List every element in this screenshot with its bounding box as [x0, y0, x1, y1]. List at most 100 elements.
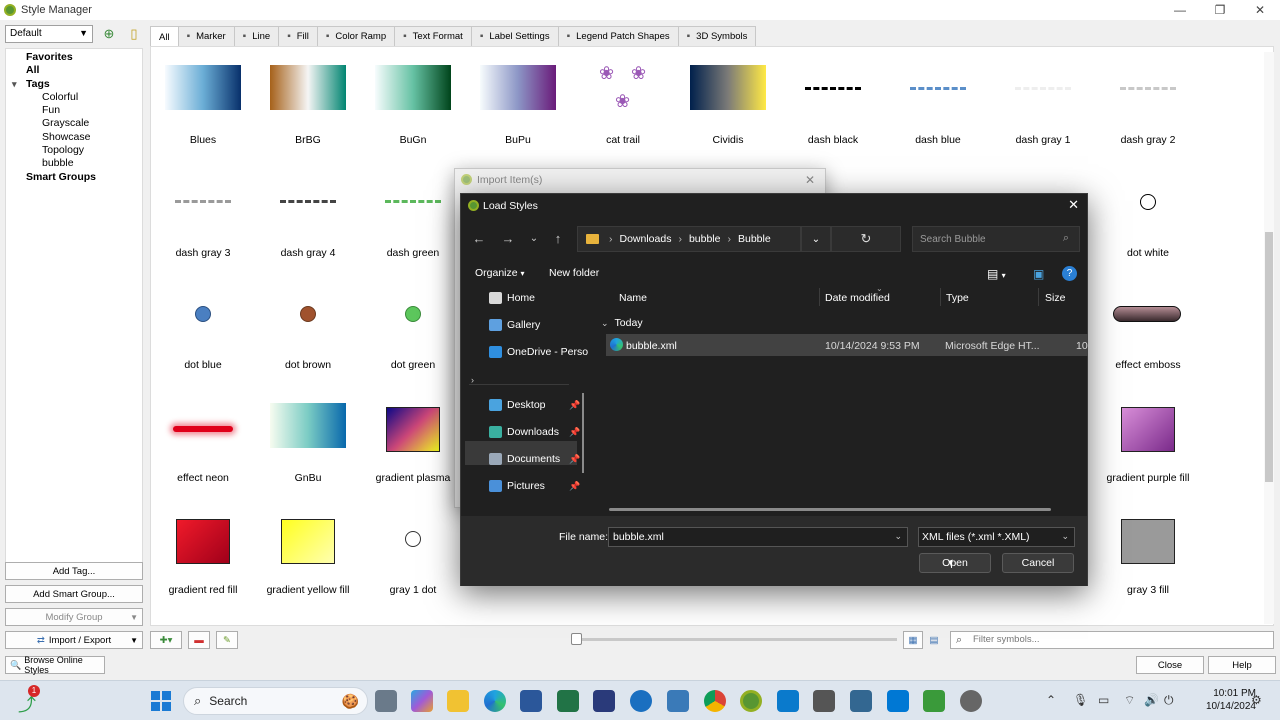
- nav-item-onedrive[interactable]: OneDrive - Perso: [489, 346, 588, 358]
- style-database-select[interactable]: Default ▼: [5, 25, 93, 43]
- symbol-scrollbar[interactable]: [1264, 52, 1274, 624]
- column-divider[interactable]: [940, 288, 941, 306]
- qgis-taskbar-icon[interactable]: [740, 690, 762, 712]
- help-button[interactable]: Help: [1208, 656, 1276, 674]
- symbol-item[interactable]: BuGn: [363, 57, 463, 157]
- add-smart-group-button[interactable]: Add Smart Group...: [5, 585, 143, 603]
- filter-symbols-input[interactable]: ⌕ Filter symbols...: [950, 631, 1274, 649]
- column-divider[interactable]: [1038, 288, 1039, 306]
- symbol-item[interactable]: dash gray 2: [1098, 57, 1198, 157]
- close-icon[interactable]: ✕: [805, 173, 815, 187]
- app-icon[interactable]: [923, 690, 945, 712]
- symbol-item[interactable]: gradient plasma: [363, 395, 463, 495]
- column-name[interactable]: Name: [619, 292, 647, 304]
- preview-pane-icon[interactable]: ▣: [1033, 267, 1044, 281]
- wifi-icon[interactable]: ⌔: [1124, 693, 1135, 708]
- tree-item[interactable]: Fun: [6, 104, 142, 117]
- tab-label-settings[interactable]: ▪ Label Settings: [470, 26, 559, 46]
- forward-arrow-icon[interactable]: →: [497, 227, 519, 249]
- nav-item-pictures[interactable]: Pictures 📌: [489, 480, 580, 492]
- new-folder-button[interactable]: New folder: [549, 267, 599, 279]
- clock[interactable]: 10:01 PM 10/14/2024: [1206, 687, 1256, 713]
- tab-fill[interactable]: ▪ Fill: [278, 26, 318, 46]
- column-date-modified[interactable]: Date modified: [825, 292, 890, 304]
- tab-text-format[interactable]: ▪ Text Format: [394, 26, 472, 46]
- address-dropdown[interactable]: ⌄: [801, 226, 831, 252]
- recent-chevron-icon[interactable]: ⌄: [523, 227, 545, 249]
- modify-group-button[interactable]: Modify Group ▼: [5, 608, 143, 626]
- import-export-button[interactable]: ⇄ Import / Export ▼: [5, 631, 143, 649]
- symbol-item[interactable]: gradient red fill: [153, 507, 253, 607]
- column-size[interactable]: Size: [1045, 292, 1065, 304]
- symbol-item[interactable]: dash gray 1: [993, 57, 1093, 157]
- breadcrumb-bubble[interactable]: bubble: [689, 233, 721, 245]
- icon-size-slider[interactable]: [575, 638, 897, 641]
- nav-item-documents[interactable]: Documents 📌: [489, 453, 580, 465]
- open-button[interactable]: Open: [919, 553, 991, 573]
- symbol-item[interactable]: dot brown: [258, 282, 358, 382]
- slider-handle[interactable]: [571, 633, 582, 645]
- new-style-db-icon[interactable]: ▯: [125, 25, 143, 43]
- tree-item[interactable]: Favorites: [6, 51, 142, 64]
- app-icon[interactable]: [813, 690, 835, 712]
- symbol-item[interactable]: dot green: [363, 282, 463, 382]
- symbol-item[interactable]: BuPu: [468, 57, 568, 157]
- chrome-icon[interactable]: [704, 690, 726, 712]
- symbol-item[interactable]: gray 1 dot: [363, 507, 463, 607]
- symbol-item[interactable]: dash black: [783, 57, 883, 157]
- tree-item[interactable]: Grayscale: [6, 117, 142, 130]
- vscode-icon[interactable]: [777, 690, 799, 712]
- tab-color-ramp[interactable]: ▪ Color Ramp: [316, 26, 396, 46]
- tree-item[interactable]: bubble: [6, 157, 142, 170]
- close-icon[interactable]: ✕: [1068, 197, 1079, 213]
- file-explorer-icon[interactable]: [447, 690, 469, 712]
- app-circle-icon[interactable]: [630, 690, 652, 712]
- remove-symbol-button[interactable]: ▬: [188, 631, 210, 649]
- browse-online-styles-button[interactable]: 🔍 Browse Online Styles: [5, 655, 105, 675]
- close-button[interactable]: Close: [1136, 656, 1204, 674]
- nav-item-home[interactable]: Home: [489, 292, 535, 304]
- add-symbol-button[interactable]: ✚▾: [150, 631, 182, 649]
- symbol-item[interactable]: dash blue: [888, 57, 988, 157]
- symbol-item[interactable]: gray 3 fill: [1098, 507, 1198, 607]
- volume-icon[interactable]: 🔊: [1144, 693, 1159, 707]
- search-folder-input[interactable]: Search Bubble ⌕: [912, 226, 1080, 252]
- symbol-item[interactable]: dash gray 4: [258, 170, 358, 270]
- scrollbar-thumb[interactable]: [1265, 232, 1273, 482]
- view-options-icon[interactable]: ▤ ▾: [987, 267, 1006, 281]
- nav-item-desktop[interactable]: Desktop 📌: [489, 399, 580, 411]
- column-type[interactable]: Type: [946, 292, 969, 304]
- word-icon[interactable]: [520, 690, 542, 712]
- symbol-item[interactable]: dot white: [1098, 170, 1198, 270]
- breadcrumb-bubble-sub[interactable]: Bubble: [738, 233, 771, 245]
- tree-item[interactable]: Showcase: [6, 131, 142, 144]
- tab-line[interactable]: ▪ Line: [233, 26, 280, 46]
- microphone-icon[interactable]: 🎙: [1073, 693, 1088, 707]
- minimize-button[interactable]: —: [1160, 0, 1200, 20]
- symbol-item[interactable]: BrBG: [258, 57, 358, 157]
- file-row[interactable]: bubble.xml 10/14/2024 9:53 PM Microsoft …: [606, 334, 1088, 356]
- taskbar-search[interactable]: ⌕ Search 🍪: [183, 687, 368, 715]
- symbol-item[interactable]: effect emboss: [1098, 282, 1198, 382]
- tab-marker[interactable]: ▪ Marker: [177, 26, 235, 46]
- symbol-item[interactable]: gradient yellow fill: [258, 507, 358, 607]
- symbol-item[interactable]: dash green: [363, 170, 463, 270]
- file-name-input[interactable]: bubble.xml ⌄: [608, 527, 908, 547]
- postgres-icon[interactable]: [850, 690, 872, 712]
- edit-symbol-button[interactable]: ✎: [216, 631, 238, 649]
- gear-icon[interactable]: ⚙: [1251, 693, 1262, 707]
- symbol-item[interactable]: effect neon: [153, 395, 253, 495]
- maximize-button[interactable]: ❐: [1200, 0, 1240, 20]
- edge-icon[interactable]: [484, 690, 506, 712]
- task-view-icon[interactable]: [375, 690, 397, 712]
- symbol-item[interactable]: gradient purple fill: [1098, 395, 1198, 495]
- tree-item[interactable]: ▾ Tags: [6, 78, 142, 91]
- symbol-item[interactable]: Cividis: [678, 57, 778, 157]
- group-today[interactable]: ⌄ Today: [601, 317, 643, 329]
- tab-legend-patch-shapes[interactable]: ▪ Legend Patch Shapes: [557, 26, 679, 46]
- nav-item-downloads[interactable]: Downloads 📌: [489, 426, 580, 438]
- cancel-button[interactable]: Cancel: [1002, 553, 1074, 573]
- file-type-select[interactable]: XML files (*.xml *.XML) ⌄: [918, 527, 1075, 547]
- power-icon[interactable]: ⏻: [1164, 693, 1174, 708]
- copilot-icon[interactable]: [411, 690, 433, 712]
